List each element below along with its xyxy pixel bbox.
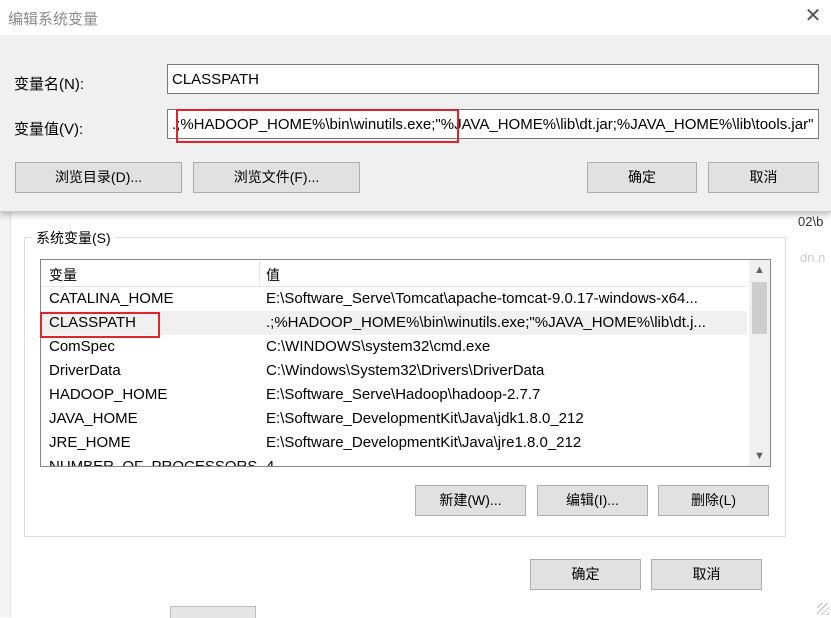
row-variable-value: .;%HADOOP_HOME%\bin\winutils.exe;"%JAVA_… [266,314,706,331]
title-bar[interactable]: 编辑系统变量 ✕ [0,0,831,35]
scrollbar-thumb[interactable] [752,282,767,334]
dialog-title: 编辑系统变量 [8,11,99,28]
new-variable-button[interactable]: 新建(W)... [415,485,526,516]
browse-file-button[interactable]: 浏览文件(F)... [193,162,360,193]
row-variable-value: E:\Software_Serve\Hadoop\hadoop-2.7.7 [266,386,541,403]
variable-name-input[interactable] [167,64,819,94]
system-variables-group-title: 系统变量(S) [32,228,115,248]
column-header-variable[interactable]: 变量 [49,265,77,285]
highlight-classpath-row [40,312,160,338]
row-variable-value: 4 [266,458,275,467]
row-variable-name: JRE_HOME [49,434,131,451]
table-row[interactable]: JRE_HOME E:\Software_DevelopmentKit\Java… [41,431,747,455]
highlight-winutils-segment [176,109,459,143]
table-row[interactable]: CATALINA_HOME E:\Software_Serve\Tomcat\a… [41,287,747,311]
edit-variable-button[interactable]: 编辑(I)... [537,485,648,516]
table-row[interactable]: JAVA_HOME E:\Software_DevelopmentKit\Jav… [41,407,747,431]
row-variable-value: E:\Software_DevelopmentKit\Java\jdk1.8.0… [266,410,584,427]
row-variable-name: DriverData [49,362,121,379]
delete-variable-button[interactable]: 删除(L) [658,485,769,516]
table-row-partial[interactable]: NUMBER_OF_PROCESSORS 4 [41,455,747,467]
system-variables-list[interactable]: 变量 值 CATALINA_HOME E:\Software_Serve\Tom… [40,259,771,467]
background-window-text: 02\b [798,214,824,229]
background-tab-edge [170,606,256,618]
ok-button[interactable]: 确定 [587,162,697,193]
table-row[interactable]: ComSpec C:\WINDOWS\system32\cmd.exe [41,335,747,359]
vertical-scrollbar[interactable]: ▲ ▼ [749,260,770,466]
table-row[interactable]: DriverData C:\Windows\System32\Drivers\D… [41,359,747,383]
variable-value-label: 变量值(V): [14,121,84,138]
column-header-value[interactable]: 值 [266,265,280,285]
edit-system-variable-dialog: 编辑系统变量 ✕ 变量名(N): 变量值(V): 浏览目录(D)... 浏览文件… [0,0,831,212]
row-variable-name: CATALINA_HOME [49,290,174,307]
row-variable-value: C:\WINDOWS\system32\cmd.exe [266,338,491,355]
column-divider[interactable] [259,260,260,286]
table-row[interactable]: HADOOP_HOME E:\Software_Serve\Hadoop\had… [41,383,747,407]
row-variable-name: NUMBER_OF_PROCESSORS [49,458,258,467]
parent-window-edge [0,210,11,617]
close-icon[interactable]: ✕ [800,4,826,28]
background-window-text-2: dn.n [800,250,826,265]
variable-name-label: 变量名(N): [14,76,84,93]
row-variable-value: E:\Software_Serve\Tomcat\apache-tomcat-9… [266,290,698,307]
chevron-up-icon[interactable]: ▲ [749,260,770,280]
list-header: 变量 值 [41,260,747,287]
row-variable-value: C:\Windows\System32\Drivers\DriverData [266,362,545,379]
parent-window-strip [793,210,831,617]
browse-directory-button[interactable]: 浏览目录(D)... [15,162,182,193]
row-variable-name: ComSpec [49,338,115,355]
chevron-down-icon[interactable]: ▼ [749,446,770,466]
row-variable-name: JAVA_HOME [49,410,138,427]
environment-cancel-button[interactable]: 取消 [651,559,762,590]
row-variable-value: E:\Software_DevelopmentKit\Java\jre1.8.0… [266,434,582,451]
resize-grip-icon[interactable] [817,603,829,615]
row-variable-name: HADOOP_HOME [49,386,168,403]
cancel-button[interactable]: 取消 [708,162,819,193]
environment-ok-button[interactable]: 确定 [530,559,641,590]
